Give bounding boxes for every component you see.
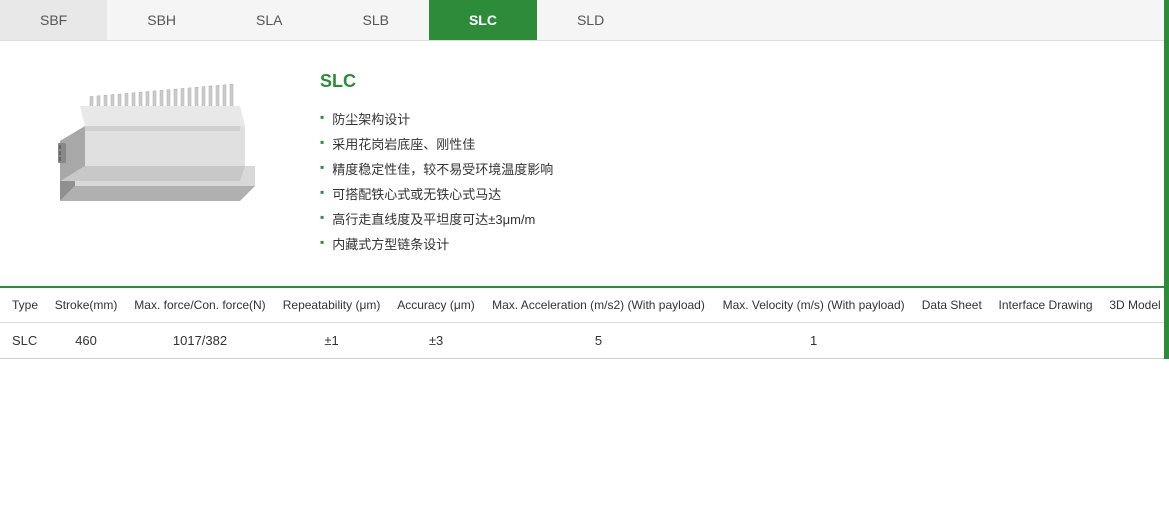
tab-sla[interactable]: SLA	[216, 0, 322, 40]
cell-accel: 5	[483, 323, 714, 359]
cell-interface-drawing[interactable]	[990, 323, 1101, 359]
cell-repeatability: ±1	[274, 323, 389, 359]
col-header-type: Type	[0, 288, 46, 323]
feature-4: 可搭配铁心式或无铁心式马达	[320, 181, 1129, 206]
tab-navigation: SBF SBH SLA SLB SLC SLD	[0, 0, 1169, 41]
cell-velocity: 1	[714, 323, 914, 359]
col-header-3dmodel: 3D Model	[1101, 288, 1169, 323]
col-header-stroke: Stroke(mm)	[46, 288, 125, 323]
cell-force: 1017/382	[126, 323, 275, 359]
tab-slc[interactable]: SLC	[429, 0, 537, 40]
product-info: SLC 防尘架构设计 采用花岗岩底座、刚性佳 精度稳定性佳，较不易受环境温度影响…	[320, 71, 1129, 256]
table-header-row: Type Stroke(mm) Max. force/Con. force(N)…	[0, 288, 1169, 323]
feature-1: 防尘架构设计	[320, 106, 1129, 131]
cell-datasheet[interactable]	[913, 323, 990, 359]
page-wrapper: SBF SBH SLA SLB SLC SLD	[0, 0, 1169, 359]
col-header-accel: Max. Acceleration (m/s2) (With payload)	[483, 288, 714, 323]
col-header-datasheet: Data Sheet	[913, 288, 990, 323]
feature-6: 内藏式方型链条设计	[320, 231, 1129, 256]
product-title: SLC	[320, 71, 1129, 92]
product-section: SLC 防尘架构设计 采用花岗岩底座、刚性佳 精度稳定性佳，较不易受环境温度影响…	[0, 41, 1169, 286]
feature-2: 采用花岗岩底座、刚性佳	[320, 131, 1129, 156]
tab-sld[interactable]: SLD	[537, 0, 644, 40]
col-header-velocity: Max. Velocity (m/s) (With payload)	[714, 288, 914, 323]
col-header-accuracy: Accuracy (μm)	[389, 288, 483, 323]
col-header-repeatability: Repeatability (μm)	[274, 288, 389, 323]
product-image	[40, 71, 280, 234]
col-header-force: Max. force/Con. force(N)	[126, 288, 275, 323]
cell-3dmodel[interactable]	[1101, 323, 1169, 359]
right-accent-bar	[1164, 0, 1169, 359]
data-table-section: Type Stroke(mm) Max. force/Con. force(N)…	[0, 288, 1169, 359]
feature-3: 精度稳定性佳，较不易受环境温度影响	[320, 156, 1129, 181]
feature-5: 高行走直线度及平坦度可达±3μm/m	[320, 206, 1129, 231]
table-row: SLC 460 1017/382 ±1 ±3 5 1	[0, 323, 1169, 359]
tab-slb[interactable]: SLB	[323, 0, 429, 40]
feature-list: 防尘架构设计 采用花岗岩底座、刚性佳 精度稳定性佳，较不易受环境温度影响 可搭配…	[320, 106, 1129, 256]
tab-sbf[interactable]: SBF	[0, 0, 107, 40]
cell-type: SLC	[0, 323, 46, 359]
cell-accuracy: ±3	[389, 323, 483, 359]
col-header-interface: Interface Drawing	[990, 288, 1101, 323]
specs-table: Type Stroke(mm) Max. force/Con. force(N)…	[0, 288, 1169, 359]
cell-stroke: 460	[46, 323, 125, 359]
tab-sbh[interactable]: SBH	[107, 0, 216, 40]
